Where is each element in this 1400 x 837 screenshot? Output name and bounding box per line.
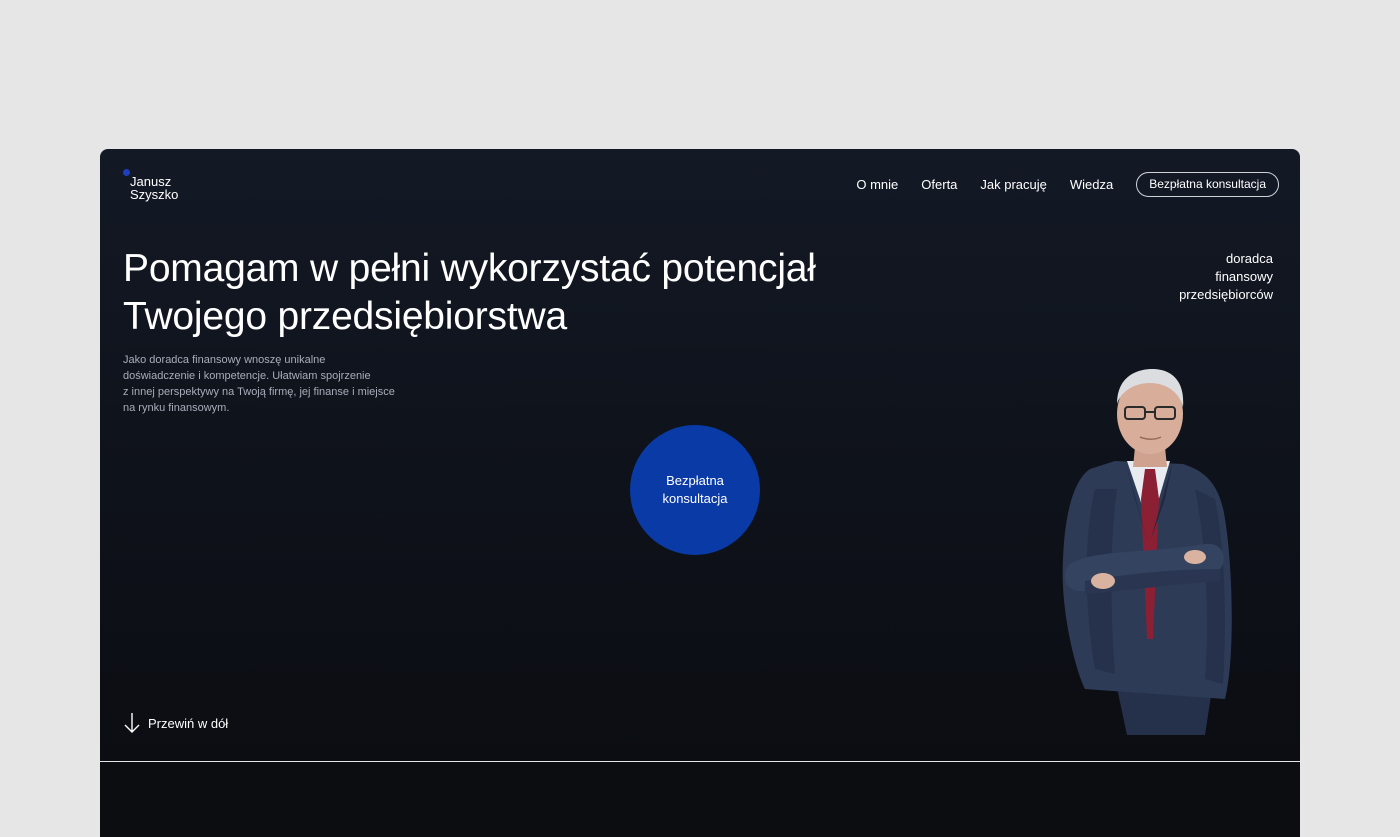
intro-line-1: Jako doradca finansowy wnoszę unikalne <box>123 354 326 366</box>
intro-line-2: doświadczenie i kompetencje. Ułatwiam sp… <box>123 370 371 382</box>
scroll-down-link[interactable]: Przewiń w dół <box>123 712 228 734</box>
circle-cta-line-1: Bezpłatna <box>666 473 724 488</box>
tagline-line-3: przedsiębiorców <box>1179 287 1273 302</box>
nav-item-o-mnie[interactable]: O mnie <box>856 173 898 197</box>
intro-line-3: z innej perspektywy na Twoją firmę, jej … <box>123 386 395 398</box>
logo-last-name: Szyszko <box>130 187 179 202</box>
nav-item-oferta[interactable]: Oferta <box>921 173 957 197</box>
main-nav: O mnie Oferta Jak pracuję Wiedza Bezpłat… <box>856 172 1279 197</box>
nav-item-jak-pracuje[interactable]: Jak pracuję <box>980 173 1046 197</box>
page-title-line-1: Pomagam w pełni wykorzystać potencjał <box>123 247 816 290</box>
scroll-down-label: Przewiń w dół <box>148 715 229 731</box>
tagline-line-1: doradca <box>1226 251 1273 266</box>
intro-text: Jako doradca finansowy wnoszę unikalne d… <box>123 352 423 416</box>
next-section <box>100 762 1300 837</box>
tagline: doradca finansowy przedsiębiorców <box>1179 250 1273 304</box>
page-title-line-2: Twojego przedsiębiorstwa <box>123 295 567 338</box>
nav-consultation-button[interactable]: Bezpłatna konsultacja <box>1136 172 1279 197</box>
businessman-portrait-icon <box>1062 369 1232 735</box>
tagline-line-2: finansowy <box>1215 269 1273 284</box>
consultation-circle-button[interactable]: Bezpłatna konsultacja <box>630 425 760 555</box>
hero-section: Janusz Szyszko O mnie Oferta Jak pracuję… <box>100 149 1300 761</box>
logo-dot-icon <box>123 169 130 176</box>
circle-cta-line-2: konsultacja <box>662 491 728 506</box>
page-title: Pomagam w pełni wykorzystać potencjał Tw… <box>123 245 816 341</box>
intro-line-4: na rynku finansowym. <box>123 402 230 414</box>
nav-item-wiedza[interactable]: Wiedza <box>1070 173 1113 197</box>
arrow-down-icon <box>124 713 140 733</box>
logo[interactable]: Janusz Szyszko <box>123 169 193 203</box>
